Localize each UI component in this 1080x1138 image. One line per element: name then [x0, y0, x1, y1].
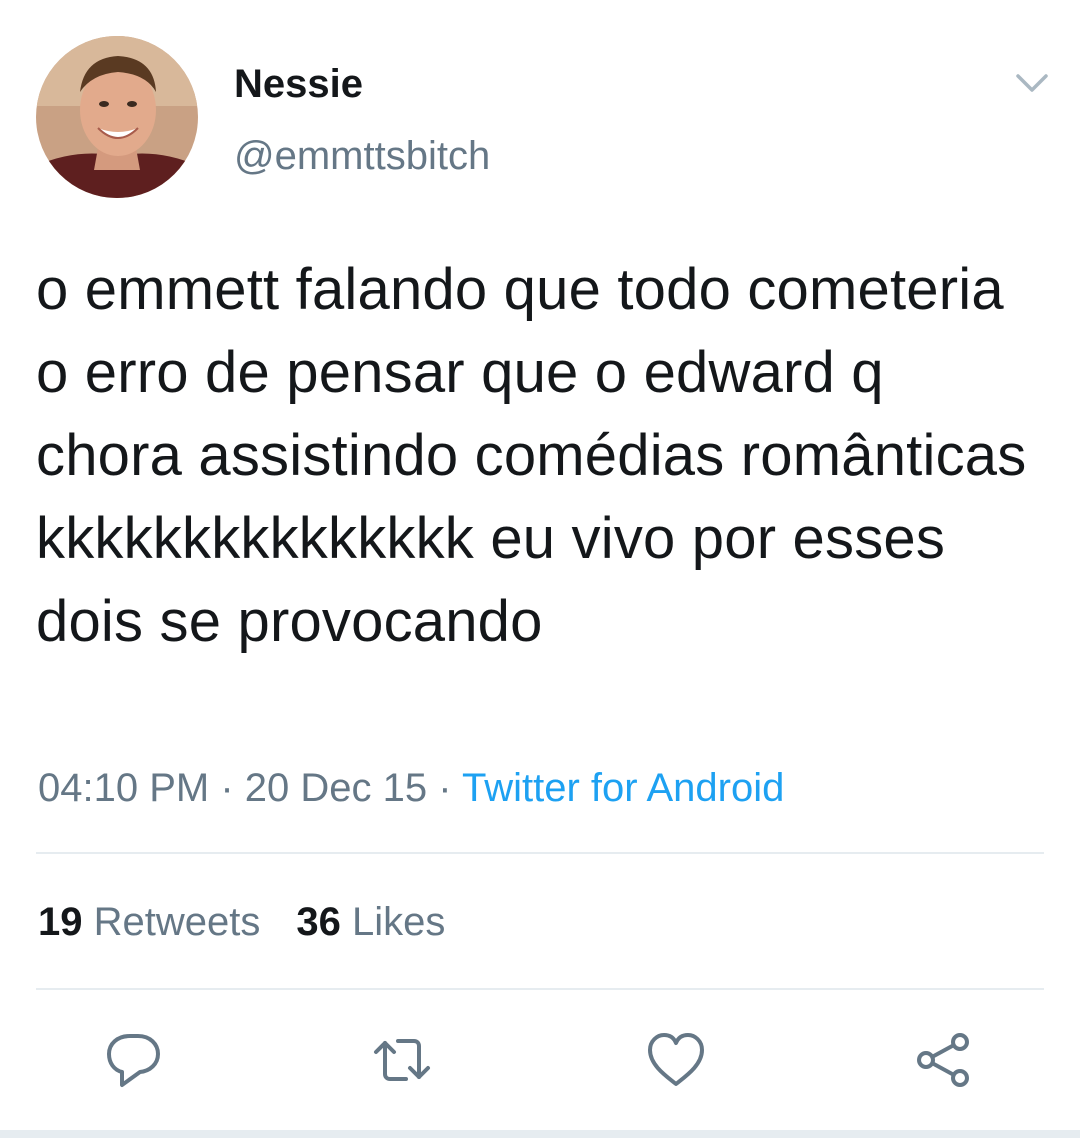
- tweet-meta: 04:10 PM · 20 Dec 15 · Twitter for Andro…: [38, 764, 784, 812]
- share-icon: [917, 1033, 969, 1087]
- meta-separator: ·: [438, 766, 452, 810]
- tweet-time: 04:10 PM: [38, 766, 210, 810]
- divider: [36, 852, 1044, 854]
- retweet-icon: [374, 1039, 430, 1081]
- avatar[interactable]: [36, 36, 198, 198]
- profile-photo-icon: [36, 36, 198, 198]
- likes-count: 36: [296, 900, 341, 944]
- like-icon: [648, 1033, 704, 1086]
- retweet-button[interactable]: [372, 1030, 432, 1090]
- retweets-stat[interactable]: 19 Retweets: [38, 900, 260, 944]
- bottom-divider: [0, 1130, 1080, 1138]
- tweet-date: 20 Dec 15: [244, 766, 428, 810]
- reply-icon: [107, 1034, 160, 1087]
- retweets-label: Retweets: [93, 900, 261, 944]
- tweet-stats: 19 Retweets 36 Likes: [38, 898, 445, 946]
- divider: [36, 988, 1044, 990]
- retweets-count: 19: [38, 900, 83, 944]
- likes-label: Likes: [352, 900, 446, 944]
- meta-separator: ·: [220, 766, 234, 810]
- display-name[interactable]: Nessie: [234, 60, 363, 108]
- user-handle[interactable]: @emmttsbitch: [234, 132, 490, 180]
- reply-button[interactable]: [104, 1030, 164, 1090]
- tweet-text: o emmett falando que todo cometeria o er…: [36, 257, 1027, 654]
- like-button[interactable]: [646, 1030, 706, 1090]
- share-button[interactable]: [914, 1030, 974, 1090]
- chevron-down-icon[interactable]: [1010, 64, 1054, 100]
- likes-stat[interactable]: 36 Likes: [296, 900, 445, 944]
- tweet-source-link[interactable]: Twitter for Android: [462, 766, 784, 810]
